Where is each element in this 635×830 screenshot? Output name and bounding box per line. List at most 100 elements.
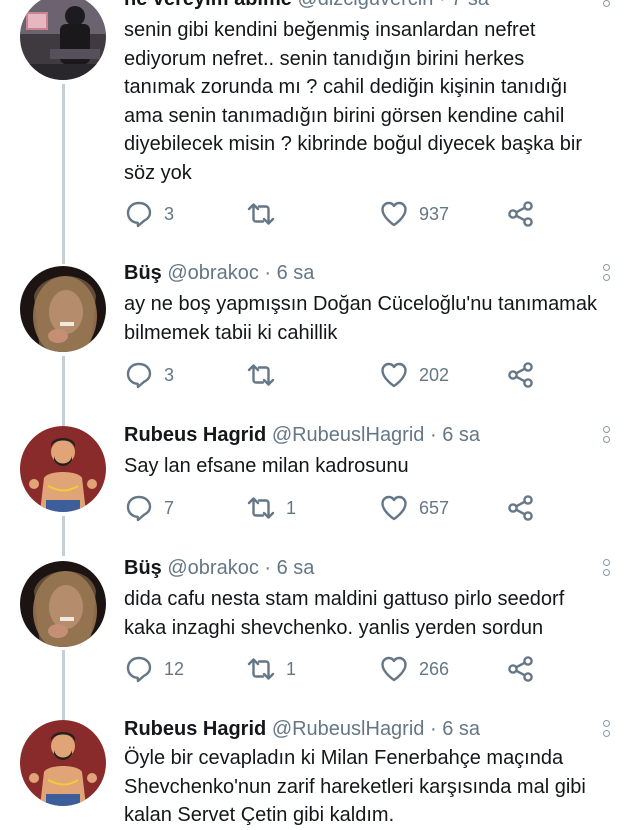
like-button[interactable]: 266 (379, 654, 449, 684)
like-button[interactable]: 937 (379, 199, 449, 229)
text-line: dida cafu nesta stam maldini gattuso pir… (124, 588, 565, 610)
heart-icon (381, 201, 407, 227)
retweet-button[interactable]: 1 (246, 493, 296, 523)
reply-icon (126, 656, 152, 683)
display-name[interactable]: Rubeus Hagrid (124, 424, 266, 446)
reply-button[interactable]: 7 (124, 493, 174, 523)
retweet-icon (247, 203, 275, 225)
timestamp[interactable]: 6 sa (277, 262, 315, 284)
avatar[interactable] (20, 0, 106, 80)
tweet-actions: 3 937 (124, 199, 554, 229)
user-handle[interactable]: @RubeuslHagrid (272, 424, 425, 446)
separator-dot: · (429, 718, 437, 740)
reply-count: 3 (164, 364, 175, 385)
tweet[interactable]: Büş @obrakoc · 6 sa ay ne boş yapmışsın … (0, 262, 635, 402)
timestamp[interactable]: 7 sa (451, 0, 489, 10)
tweet[interactable]: Rubeus Hagrid @RubeuslHagrid · 6 sa Öyle… (0, 718, 635, 827)
heart-icon (381, 495, 407, 521)
reply-count: 7 (164, 497, 175, 518)
text-line: kalan Servet Çetin gibi kaldım. (124, 804, 395, 826)
retweet-button[interactable]: 1 (246, 654, 296, 684)
tweet-text: ay ne boş yapmışsın Doğan Cüceloğlu'nu t… (124, 290, 619, 347)
text-line: bilmemek tabii ki cahillik (124, 321, 338, 344)
more-options-icon[interactable] (601, 0, 611, 7)
avatar-image (20, 561, 106, 647)
tweet-header: Rubeus Hagrid @RubeuslHagrid · 6 sa (124, 718, 480, 741)
avatar[interactable] (20, 266, 106, 352)
tweet-header: Rubeus Hagrid @RubeuslHagrid · 6 sa (124, 424, 480, 447)
separator-dot: · (439, 0, 446, 10)
display-name[interactable]: Rubeus Hagrid (124, 718, 266, 740)
tweet-header: Büş @obrakoc · 6 sa (124, 262, 314, 285)
tweet-header: ne vereyim abime @dizciguvercin · 7 sa (124, 0, 489, 11)
display-name[interactable]: Büş (124, 557, 162, 579)
avatar-image (20, 426, 106, 512)
reply-icon (126, 201, 152, 228)
tweet-text: Öyle bir cevapladın ki Milan Fenerbahçe … (124, 744, 619, 830)
like-count: 937 (419, 203, 450, 224)
text-line: ama senin tanımadığın birini görsen kend… (124, 104, 565, 127)
separator-dot: · (264, 557, 272, 579)
tweet[interactable]: Büş @obrakoc · 6 sa dida cafu nesta stam… (0, 557, 635, 697)
avatar-image (20, 266, 106, 352)
reply-icon (126, 495, 152, 522)
retweet-button[interactable] (246, 199, 286, 229)
share-button[interactable] (506, 360, 536, 390)
text-line: Öyle bir cevapladın ki Milan Fenerbahçe … (124, 747, 564, 769)
timestamp[interactable]: 6 sa (442, 424, 480, 446)
display-name[interactable]: Büş (124, 262, 162, 284)
user-handle[interactable]: @RubeuslHagrid (272, 718, 425, 740)
text-line: Shevchenko'nun zarif hareketleri karşısı… (124, 775, 586, 798)
separator-dot: · (429, 424, 437, 446)
reply-button[interactable]: 3 (124, 199, 174, 229)
reply-icon (126, 362, 152, 389)
heart-icon (381, 362, 407, 388)
share-button[interactable] (506, 654, 536, 684)
text-line: söz yok (124, 161, 192, 184)
tweet-text: dida cafu nesta stam maldini gattuso pir… (124, 585, 619, 642)
retweet-count: 1 (286, 658, 297, 679)
avatar[interactable] (20, 426, 106, 512)
tweet[interactable]: ne vereyim abime @dizciguvercin · 7 sa s… (0, 0, 635, 240)
like-count: 657 (419, 497, 450, 518)
like-count: 202 (419, 364, 450, 385)
user-handle[interactable]: @obrakoc (167, 557, 258, 579)
text-line: ay ne boş yapmışsın Doğan Cüceloğlu'nu t… (124, 293, 597, 315)
like-button[interactable]: 202 (379, 360, 449, 390)
user-handle[interactable]: @dizciguvercin (297, 0, 433, 10)
tweet-header: Büş @obrakoc · 6 sa (124, 557, 314, 580)
retweet-count: 1 (286, 497, 297, 518)
timestamp[interactable]: 6 sa (277, 557, 315, 579)
tweet-actions: 7 1 657 (124, 493, 554, 523)
display-name[interactable]: ne vereyim abime (124, 0, 292, 10)
share-icon (508, 201, 533, 227)
tweet-text: senin gibi kendini beğenmiş insanlardan … (124, 16, 619, 187)
tweet-actions: 3 202 (124, 360, 554, 390)
share-icon (508, 362, 533, 388)
timestamp[interactable]: 6 sa (442, 718, 480, 740)
tweet-actions: 12 1 266 (124, 654, 554, 684)
more-options-icon[interactable] (601, 720, 611, 737)
avatar-image (20, 0, 106, 80)
more-options-icon[interactable] (601, 559, 611, 576)
reply-button[interactable]: 3 (124, 360, 174, 390)
like-button[interactable]: 657 (379, 493, 449, 523)
more-options-icon[interactable] (601, 264, 611, 281)
retweet-button[interactable] (246, 360, 286, 390)
share-button[interactable] (506, 493, 536, 523)
avatar[interactable] (20, 561, 106, 647)
avatar-image (20, 720, 106, 806)
tweet-text: Say lan efsane milan kadrosunu (124, 452, 619, 481)
user-handle[interactable]: @obrakoc (167, 262, 258, 284)
reply-count: 12 (164, 658, 185, 679)
share-button[interactable] (506, 199, 536, 229)
retweet-icon (247, 364, 275, 386)
text-line: senin gibi kendini beğenmiş insanlardan … (124, 19, 536, 41)
separator-dot: · (264, 262, 272, 284)
avatar[interactable] (20, 720, 106, 806)
retweet-icon (247, 497, 275, 519)
tweet[interactable]: Rubeus Hagrid @RubeuslHagrid · 6 sa Say … (0, 424, 635, 534)
more-options-icon[interactable] (601, 426, 611, 443)
reply-button[interactable]: 12 (124, 654, 184, 684)
reply-count: 3 (164, 203, 175, 224)
